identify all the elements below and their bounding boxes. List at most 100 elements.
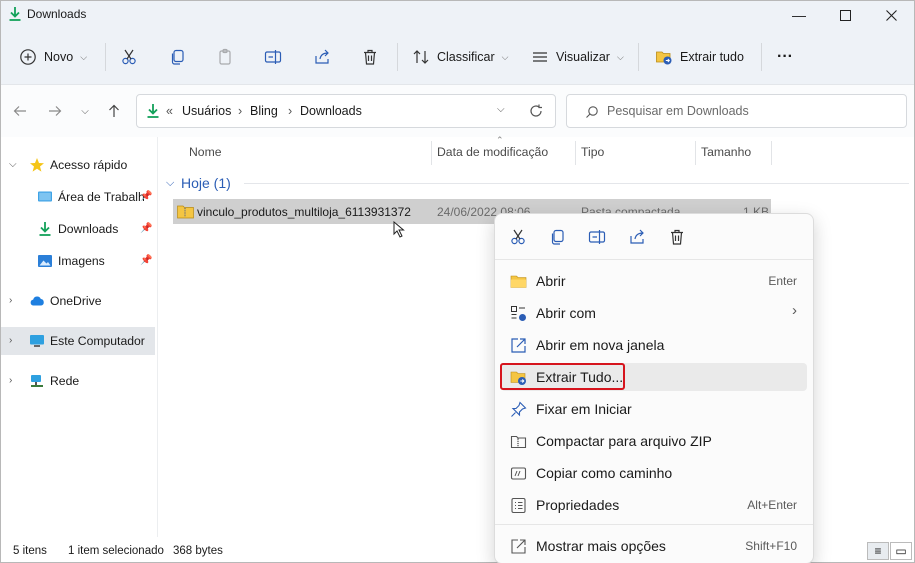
more-icon: ··· [777, 48, 793, 65]
menu-item-properties[interactable]: Propriedades Alt+Enter [501, 491, 807, 519]
sidebar-item-network[interactable]: › Rede [1, 367, 155, 395]
rename-button[interactable] [264, 42, 282, 72]
menu-item-label: Abrir [536, 273, 566, 289]
paste-button[interactable] [217, 42, 235, 72]
forward-button[interactable] [44, 101, 66, 121]
scissors-icon [122, 49, 136, 65]
sort-label: Classificar [437, 50, 495, 64]
column-header-size[interactable]: Tamanho [701, 145, 751, 159]
sidebar-item-downloads[interactable]: Downloads 📌 [1, 215, 155, 243]
chevron-right-icon[interactable]: › [9, 375, 12, 386]
chevron-right-icon[interactable]: › [9, 335, 12, 346]
menu-item-pin-to-start[interactable]: Fixar em Iniciar [501, 395, 807, 423]
copy-button[interactable] [169, 42, 187, 72]
sidebar-item-label: Acesso rápido [50, 158, 128, 172]
close-button[interactable] [868, 1, 914, 29]
sort-icon [413, 50, 429, 64]
view-label: Visualizar [556, 50, 610, 64]
menu-item-shortcut: Shift+F10 [745, 539, 797, 553]
chevron-right-icon[interactable]: › [9, 295, 12, 306]
copy-icon [551, 229, 564, 245]
column-divider[interactable] [771, 141, 772, 165]
chevron-down-icon: ⌵ [501, 51, 509, 62]
back-button[interactable] [9, 101, 31, 121]
navigation-row: ⌵ « Usuários › Bling › Downloads ⌵ Pesqu… [1, 85, 914, 137]
tiles-view-button[interactable]: ▭ [890, 542, 912, 560]
search-box[interactable]: Pesquisar em Downloads [566, 94, 907, 128]
recent-dropdown[interactable]: ⌵ [74, 101, 96, 121]
sidebar-item-label: Este Computador [50, 334, 145, 348]
trash-icon [671, 229, 683, 245]
context-share-button[interactable] [627, 227, 647, 247]
copy-path-icon [510, 467, 527, 480]
minimize-button[interactable]: — [776, 1, 822, 29]
chevron-down-icon: ⌵ [81, 105, 89, 117]
menu-item-label: Copiar como caminho [536, 465, 673, 481]
column-header-name[interactable]: Nome [189, 145, 222, 159]
menu-item-open-new-window[interactable]: Abrir em nova janela [501, 331, 807, 359]
download-icon [9, 7, 21, 21]
chevron-down-icon: ⌵ [616, 51, 624, 62]
sidebar-item-label: Área de Trabalh [58, 190, 145, 204]
sort-button[interactable]: Classificar ⌵ [412, 42, 508, 72]
details-view-button[interactable]: ≡ [867, 542, 889, 560]
sidebar-item-desktop[interactable]: Área de Trabalh 📌 [1, 183, 155, 211]
breadcrumb-bling[interactable]: Bling [250, 104, 278, 118]
maximize-button[interactable] [822, 1, 868, 29]
refresh-icon[interactable] [529, 104, 543, 118]
address-bar[interactable]: « Usuários › Bling › Downloads ⌵ [136, 94, 556, 128]
menu-item-compress-zip[interactable]: Compactar para arquivo ZIP [501, 427, 807, 455]
extract-all-button[interactable]: Extrair tudo [655, 42, 744, 72]
highlight-box [500, 363, 625, 390]
column-divider[interactable] [575, 141, 576, 165]
mouse-cursor-icon [393, 221, 405, 238]
menu-item-open[interactable]: Abrir Enter [501, 267, 807, 295]
view-button[interactable]: Visualizar ⌵ [531, 42, 624, 72]
cloud-icon [30, 296, 44, 306]
menu-item-open-with[interactable]: Abrir com › [501, 299, 807, 327]
breadcrumb-overflow[interactable]: « [166, 104, 173, 118]
share-button[interactable] [313, 42, 331, 72]
up-button[interactable] [103, 101, 125, 121]
context-rename-button[interactable] [587, 227, 607, 247]
tiles-view-icon: ▭ [895, 544, 907, 558]
address-dropdown-icon[interactable]: ⌵ [497, 104, 505, 115]
context-quick-actions [495, 214, 813, 260]
chevron-down-icon[interactable]: ⌵ [9, 159, 17, 170]
delete-button[interactable] [361, 42, 379, 72]
maximize-icon [839, 9, 851, 21]
menu-item-copy-as-path[interactable]: Copiar como caminho [501, 459, 807, 487]
chevron-down-icon: ⌵ [80, 51, 88, 62]
divider [105, 43, 106, 71]
menu-item-label: Mostrar mais opções [536, 538, 666, 554]
copy-icon [171, 49, 184, 65]
details-view-icon: ≡ [874, 544, 882, 558]
context-delete-button[interactable] [667, 227, 687, 247]
sidebar-item-images[interactable]: Imagens 📌 [1, 247, 155, 275]
plus-circle-icon [20, 49, 36, 65]
breadcrumb-usuarios[interactable]: Usuários [182, 104, 231, 118]
sidebar-item-onedrive[interactable]: › OneDrive [1, 287, 155, 315]
menu-item-shortcut: Alt+Enter [747, 498, 797, 512]
open-with-icon [511, 306, 526, 321]
column-header-type[interactable]: Tipo [581, 145, 604, 159]
divider [397, 43, 398, 71]
pin-icon [511, 401, 527, 417]
chevron-right-icon: › [792, 302, 797, 319]
new-button[interactable]: Novo ⌵ [19, 42, 87, 72]
breadcrumb-downloads[interactable]: Downloads [300, 104, 362, 118]
column-divider[interactable] [431, 141, 432, 165]
context-copy-button[interactable] [548, 227, 568, 247]
more-button[interactable]: ··· [777, 42, 793, 72]
sidebar-item-quick-access[interactable]: ⌵ Acesso rápido [1, 151, 155, 179]
scissors-icon [511, 229, 525, 245]
cut-button[interactable] [120, 42, 138, 72]
sidebar-item-this-pc[interactable]: › Este Computador [1, 327, 155, 355]
column-header-date[interactable]: Data de modificação [437, 145, 548, 159]
context-cut-button[interactable] [508, 227, 528, 247]
column-divider[interactable] [695, 141, 696, 165]
pin-icon: 📌 [140, 255, 153, 266]
menu-item-more-options[interactable]: Mostrar mais opções Shift+F10 [501, 532, 807, 560]
group-divider [244, 183, 909, 184]
menu-item-label: Compactar para arquivo ZIP [536, 433, 712, 449]
